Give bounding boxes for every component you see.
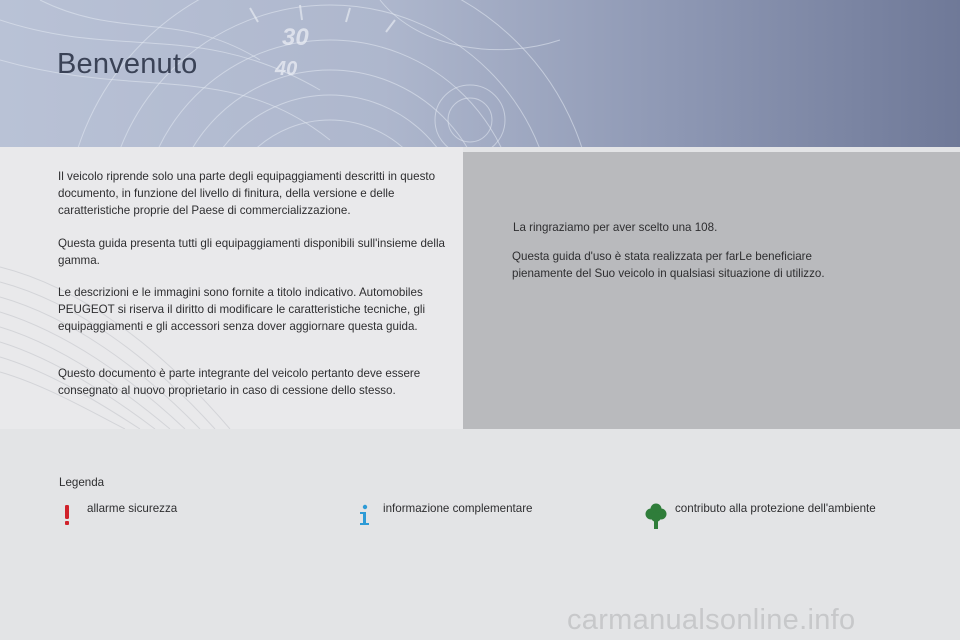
- watermark: carmanualsonline.info: [567, 604, 856, 636]
- thanks-paragraph: La ringraziamo per aver scelto una 108.: [513, 221, 718, 234]
- page-title: Benvenuto: [57, 48, 198, 80]
- legend-title: Legenda: [59, 476, 105, 489]
- legend-item-safety-warning: allarme sicurezza: [87, 502, 178, 515]
- guide-purpose-paragraph: Questa guida d'uso è stata realizzata pe…: [512, 250, 825, 280]
- gauge-number-30: 30: [282, 24, 309, 51]
- exclamation-warning-icon: [65, 505, 69, 525]
- right-content-panel: [463, 152, 960, 429]
- info-icon: [360, 504, 369, 525]
- header-banner: 30 40 Benvenuto: [0, 0, 960, 147]
- intro-paragraph-1: Il veicolo riprende solo una parte degli…: [58, 170, 436, 217]
- gauge-number-40: 40: [274, 58, 297, 80]
- intro-paragraph-4: Questo documento è parte integrante del …: [58, 367, 421, 397]
- tree-icon: [645, 503, 667, 529]
- intro-paragraph-2: Questa guida presenta tutti gli equipagg…: [58, 237, 445, 267]
- legend-item-additional-information: informazione complementare: [383, 502, 533, 515]
- legend-item-environment: contributo alla protezione dell'ambiente: [675, 502, 876, 515]
- intro-paragraph-3: Le descrizioni e le immagini sono fornit…: [58, 286, 426, 333]
